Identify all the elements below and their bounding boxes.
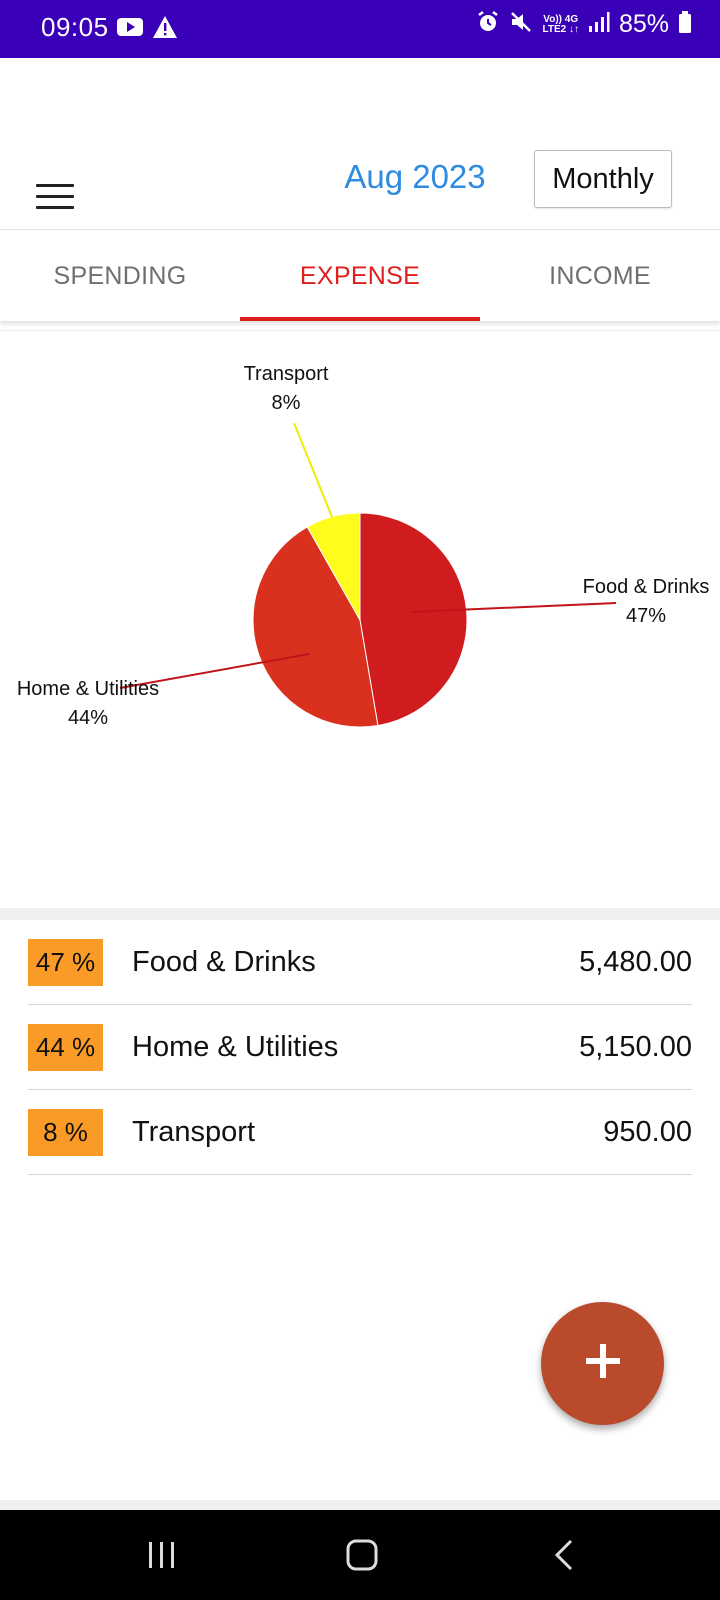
- menu-line: [36, 194, 74, 198]
- pie-label-name: Transport: [244, 363, 329, 385]
- chart-area: Food & Drinks 47% Home & Utilities 44% Trans…: [0, 330, 720, 908]
- section-divider: [0, 908, 720, 920]
- status-bar: 09:05 Vo)) 4G LTE2 ↓↑ 85%: [0, 0, 720, 58]
- pie-label-name: Food & Drinks: [583, 576, 710, 598]
- percent-badge: 8 %: [28, 1109, 103, 1156]
- pie-label-percent: 8%: [272, 392, 301, 414]
- tab-income[interactable]: INCOME: [480, 231, 720, 321]
- pie-label-name: Home & Utilities: [17, 678, 159, 700]
- network-type-icon: Vo)) 4G LTE2 ↓↑: [542, 13, 579, 35]
- plus-icon: [583, 1341, 623, 1386]
- app-bar: Aug 2023 Monthly: [0, 58, 720, 230]
- status-time: 09:05: [41, 12, 109, 42]
- network-top-label: Vo)) 4G: [543, 13, 579, 25]
- percent-badge: 47 %: [28, 939, 103, 986]
- percent-badge: 44 %: [28, 1024, 103, 1071]
- mute-icon: [509, 10, 533, 39]
- youtube-icon: [116, 15, 144, 44]
- menu-line: [36, 183, 74, 187]
- system-nav-bar: [0, 1510, 720, 1600]
- tab-expense[interactable]: EXPENSE: [240, 231, 480, 321]
- category-name: Food & Drinks: [132, 946, 316, 978]
- network-bottom-label: LTE2 ↓↑: [542, 23, 579, 35]
- status-right: Vo)) 4G LTE2 ↓↑ 85%: [476, 10, 692, 39]
- pie-label-percent: 44%: [68, 707, 108, 729]
- alarm-icon: [476, 10, 500, 39]
- month-selector[interactable]: Aug 2023: [330, 158, 500, 196]
- home-icon[interactable]: [332, 1530, 392, 1580]
- category-name: Transport: [132, 1116, 256, 1148]
- pie-label-percent: 47%: [626, 605, 666, 627]
- expense-pie-chart[interactable]: Food & Drinks 47% Home & Utilities 44% Trans…: [0, 331, 720, 909]
- back-icon[interactable]: [534, 1530, 594, 1580]
- bottom-divider: [0, 1500, 720, 1510]
- tab-bar: SPENDING EXPENSE INCOME: [0, 231, 720, 321]
- category-amount: 950.00: [603, 1116, 692, 1148]
- list-item[interactable]: 44 % Home & Utilities 5,150.00: [28, 1005, 692, 1090]
- list-item[interactable]: 8 % Transport 950.00: [28, 1090, 692, 1175]
- period-dropdown[interactable]: Monthly: [534, 150, 672, 208]
- category-name: Home & Utilities: [132, 1031, 339, 1063]
- battery-percent: 85%: [618, 10, 669, 38]
- battery-icon: [678, 10, 692, 39]
- expense-list: 47 % Food & Drinks 5,480.00 44 % Home & …: [0, 920, 720, 1175]
- category-amount: 5,150.00: [579, 1031, 692, 1063]
- category-amount: 5,480.00: [579, 946, 692, 978]
- pie-leader-line: [293, 422, 333, 518]
- warning-icon: [152, 15, 178, 44]
- menu-icon[interactable]: [30, 176, 80, 216]
- tab-spending[interactable]: SPENDING: [0, 231, 240, 321]
- status-left-icons: [116, 15, 178, 44]
- signal-icon: [588, 11, 610, 38]
- list-item[interactable]: 47 % Food & Drinks 5,480.00: [28, 920, 692, 1005]
- recent-apps-icon[interactable]: [132, 1530, 192, 1580]
- pie-slice-food-drinks[interactable]: [359, 512, 468, 727]
- add-transaction-button[interactable]: [541, 1302, 664, 1425]
- menu-line: [36, 205, 74, 209]
